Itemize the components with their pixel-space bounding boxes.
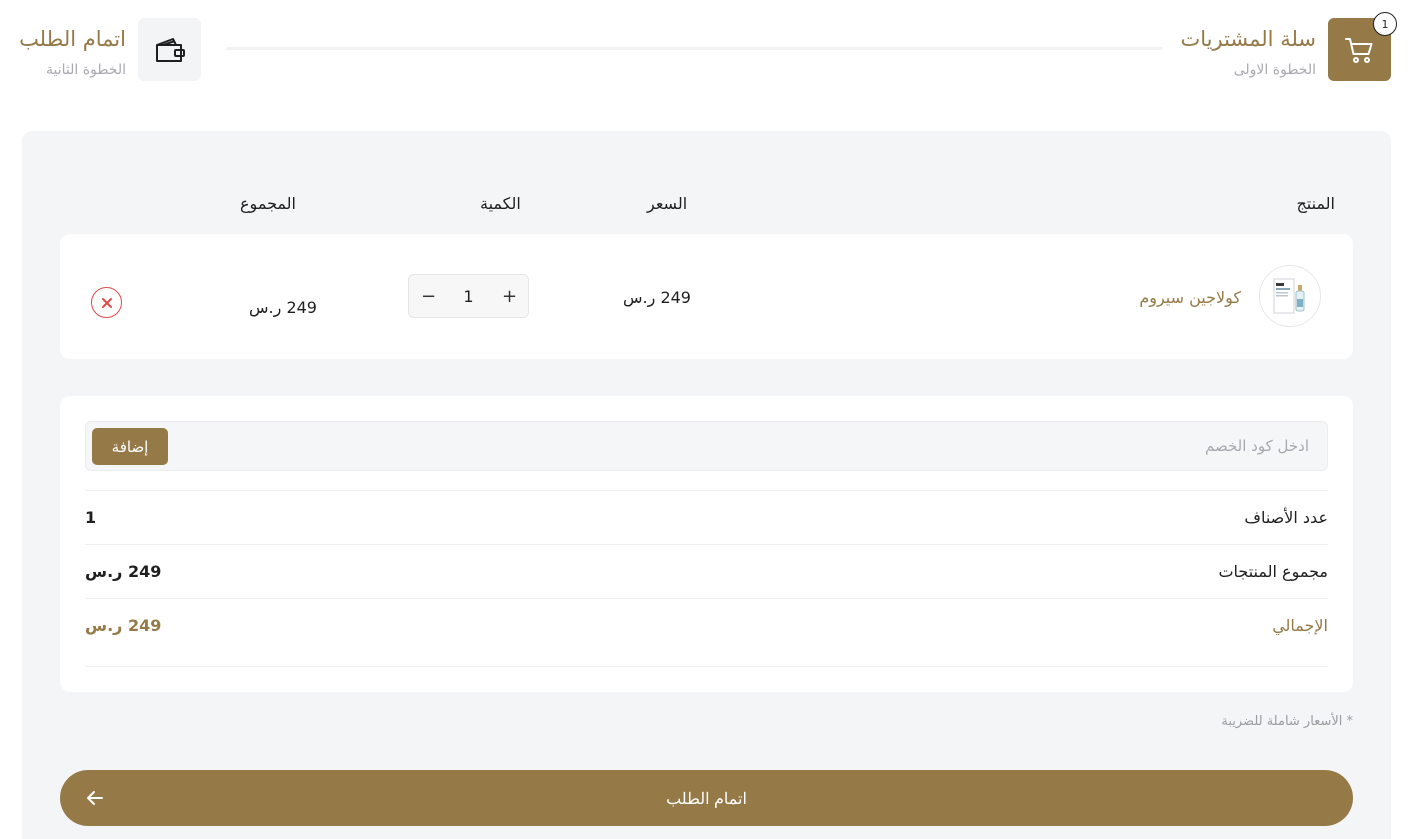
step-first-subtitle: الخطوة الاولى [1233, 62, 1316, 78]
header-product: المنتج [1296, 194, 1335, 213]
line-total: 249 ر.س [249, 298, 317, 317]
summary-divider [85, 666, 1328, 667]
product-thumbnail[interactable] [1259, 265, 1321, 327]
wallet-icon [155, 37, 185, 62]
order-summary: إضافة عدد الأصناف 1 مجموع المنتجات 249 ر… [60, 396, 1353, 692]
close-icon [101, 297, 112, 308]
cart-icon [1344, 37, 1372, 63]
step-checkout[interactable] [138, 18, 201, 81]
coupon-box: إضافة [85, 421, 1328, 471]
tax-note: * الأسعار شاملة للضريبة [1221, 714, 1353, 729]
cart-count-badge: 1 [1373, 12, 1397, 36]
coupon-input[interactable] [309, 422, 1309, 470]
checkout-steps: 1 سلة المشتريات الخطوة الاولى اتمام الطل… [0, 0, 1415, 110]
summary-row-items-count: عدد الأصناف 1 [85, 490, 1328, 544]
header-price: السعر [647, 194, 688, 213]
step-second-subtitle: الخطوة الثانية [46, 62, 126, 78]
step-first-text: سلة المشتريات الخطوة الاولى [1180, 24, 1316, 80]
items-count-value: 1 [85, 508, 97, 527]
remove-item-button[interactable] [91, 287, 122, 318]
step-second-text: اتمام الطلب الخطوة الثانية [19, 24, 126, 80]
step-cart[interactable]: 1 [1328, 12, 1397, 81]
summary-row-subtotal: مجموع المنتجات 249 ر.س [85, 544, 1328, 598]
header-total: المجموع [240, 194, 296, 213]
checkout-button[interactable]: اتمام الطلب [60, 770, 1353, 826]
apply-coupon-button[interactable]: إضافة [92, 428, 168, 465]
decrease-quantity-button[interactable]: − [421, 286, 436, 307]
step-second-title: اتمام الطلب [19, 27, 126, 51]
cart-item-row: كولاجين سيروم 249 ر.س − 1 + 249 ر.س [60, 234, 1353, 359]
quantity-value: 1 [463, 286, 474, 306]
quantity-stepper[interactable]: − 1 + [408, 274, 529, 318]
total-value: 249 ر.س [85, 616, 162, 635]
increase-quantity-button[interactable]: + [502, 286, 517, 307]
serum-box-image [1273, 278, 1305, 314]
product-price: 249 ر.س [623, 288, 691, 307]
step-progress-line [226, 47, 1163, 50]
total-label: الإجمالي [1272, 616, 1328, 635]
product-name-link[interactable]: كولاجين سيروم [1139, 288, 1241, 307]
items-count-label: عدد الأصناف [1244, 508, 1328, 527]
subtotal-value: 249 ر.س [85, 562, 162, 581]
checkout-button-label: اتمام الطلب [666, 791, 747, 808]
subtotal-label: مجموع المنتجات [1218, 562, 1328, 581]
summary-row-total: الإجمالي 249 ر.س [85, 598, 1328, 652]
arrow-left-icon [87, 791, 103, 805]
step-first-title: سلة المشتريات [1180, 27, 1316, 51]
header-quantity: الكمية [480, 194, 521, 213]
